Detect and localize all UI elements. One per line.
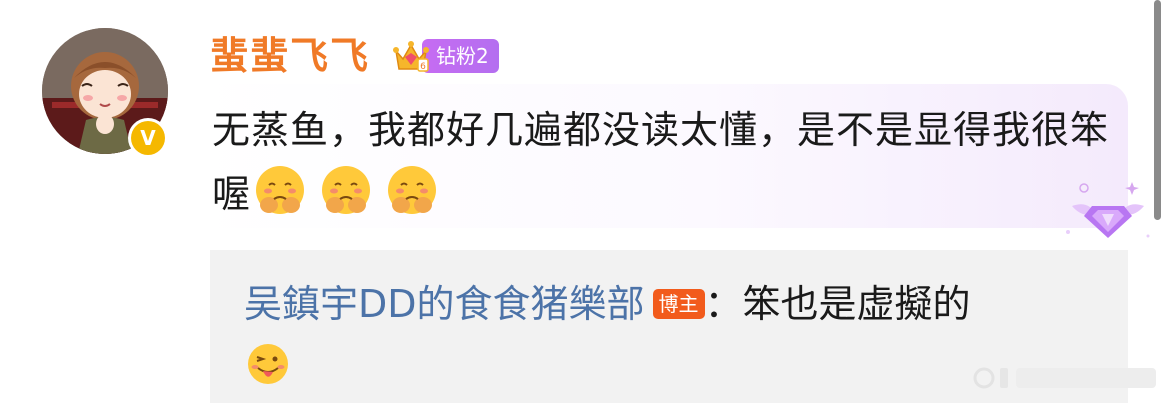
reply-author-link[interactable]: 吴鎮宇DD的食食猪樂部 xyxy=(244,282,645,326)
crown-icon: 6 xyxy=(393,41,429,72)
tongue-wink-emoji-icon xyxy=(248,344,288,384)
verified-mark: V xyxy=(131,121,165,155)
sad-face-emoji-icon xyxy=(388,166,437,214)
reply-line: 吴鎮宇DD的食食猪樂部 博主 ：笨也是虚擬的 xyxy=(244,276,971,332)
fan-badge-label: 钻粉2 xyxy=(422,39,499,73)
diamond-fan-decoration-icon xyxy=(1066,182,1150,238)
fan-badge[interactable]: 6 钻粉2 xyxy=(392,36,499,76)
comment-body: 无蒸鱼，我都好几遍都没读太懂，是不是显得我很笨喔 xyxy=(212,98,1112,226)
comment-username[interactable]: 蜚蜚飞飞 xyxy=(210,32,370,80)
svg-text:6: 6 xyxy=(420,62,426,72)
reply-text: ：笨也是虚擬的 xyxy=(704,282,971,326)
comment-page: V 蜚蜚飞飞 6 钻粉2 无蒸鱼，我都好几遍都没读太懂，是不是显得我很笨喔 吴鎮… xyxy=(0,0,1170,403)
weibo-watermark-icon xyxy=(973,367,1156,389)
sad-face-emoji-icon xyxy=(256,166,305,214)
blogger-tag-badge: 博主 xyxy=(652,289,705,319)
sad-face-emoji-icon xyxy=(322,166,371,214)
vertical-scrollbar[interactable] xyxy=(1154,0,1161,220)
verified-badge-icon: V xyxy=(128,118,168,158)
